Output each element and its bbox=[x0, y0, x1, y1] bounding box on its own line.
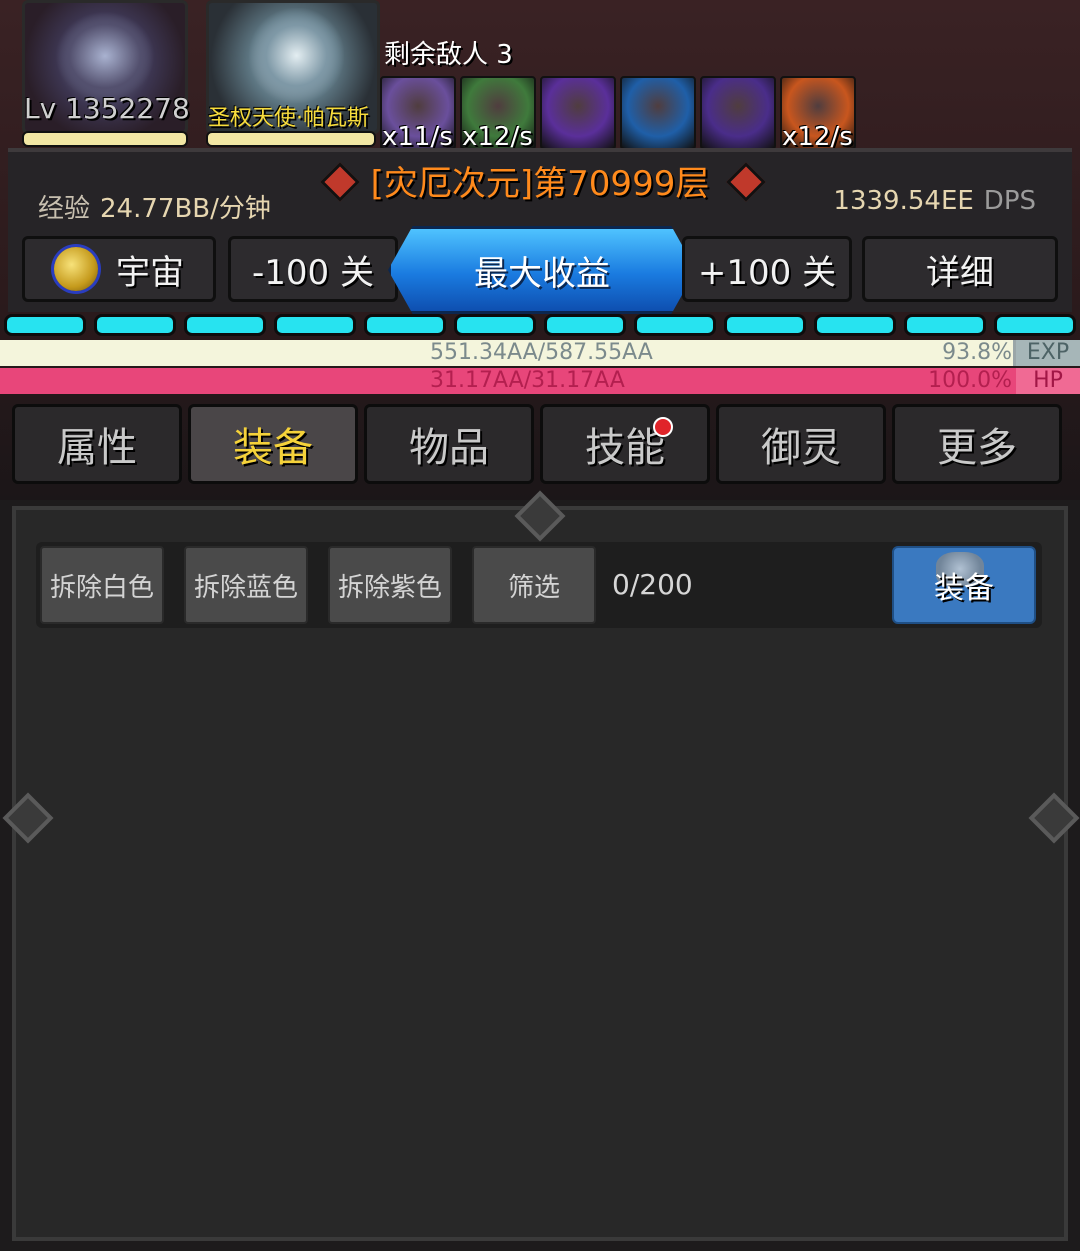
remove-blue-label: 拆除蓝色 bbox=[193, 572, 298, 603]
progress-segment bbox=[184, 314, 266, 336]
dps-value: 1339.54EE bbox=[833, 186, 974, 216]
remove-white-label: 拆除白色 bbox=[49, 572, 154, 603]
tab-label: 装备 bbox=[233, 425, 313, 471]
hp-bar-percent: 100.0% bbox=[928, 368, 1012, 393]
detail-button[interactable]: 详细 bbox=[862, 236, 1058, 302]
plus-label: +100 关 bbox=[697, 252, 837, 293]
exp-bar-text: 551.34AA/587.55AA bbox=[430, 340, 653, 365]
exp-rate-label: 经验 bbox=[38, 194, 91, 224]
progress-segment bbox=[364, 314, 446, 336]
tab-spirits[interactable]: 御灵 bbox=[716, 404, 886, 484]
progress-segment bbox=[544, 314, 626, 336]
progress-segment bbox=[94, 314, 176, 336]
exp-bar: 551.34AA/587.55AA 93.8% EXP bbox=[0, 340, 1080, 366]
equip-button[interactable]: 装备 bbox=[892, 546, 1036, 624]
tab-more[interactable]: 更多 bbox=[892, 404, 1062, 484]
filter-button[interactable]: 筛选 bbox=[472, 546, 596, 624]
plus-100-button[interactable]: +100 关 bbox=[682, 236, 852, 302]
equip-label: 装备 bbox=[934, 571, 994, 606]
skill-list: x11/s x12/s x12/s bbox=[380, 76, 856, 152]
skill-slot[interactable] bbox=[540, 76, 616, 150]
skill-slot[interactable]: x11/s bbox=[380, 76, 456, 152]
progress-segment bbox=[4, 314, 86, 336]
main-tabs: 属性 装备 物品 技能 御灵 更多 bbox=[12, 404, 1062, 484]
notification-badge bbox=[653, 417, 673, 437]
progress-segment bbox=[454, 314, 536, 336]
filter-label: 筛选 bbox=[507, 572, 560, 603]
skill-slot[interactable] bbox=[700, 76, 776, 150]
dps-readout: 1339.54EE DPS bbox=[833, 186, 1036, 216]
enemies-remaining: 剩余敌人 3 bbox=[384, 40, 513, 70]
remove-blue-button[interactable]: 拆除蓝色 bbox=[184, 546, 308, 624]
exp-bar-percent: 93.8% bbox=[942, 340, 1012, 365]
tab-label: 更多 bbox=[937, 425, 1017, 471]
detail-label: 详细 bbox=[926, 252, 994, 293]
player-level-bar bbox=[22, 131, 188, 147]
tab-label: 属性 bbox=[57, 425, 137, 471]
tab-items[interactable]: 物品 bbox=[364, 404, 534, 484]
progress-segment bbox=[634, 314, 716, 336]
hero-bar bbox=[206, 131, 376, 147]
exp-bar-tag: EXP bbox=[1016, 340, 1080, 366]
skill-slot[interactable] bbox=[620, 76, 696, 150]
tab-attributes[interactable]: 属性 bbox=[12, 404, 182, 484]
progress-segment bbox=[274, 314, 356, 336]
progress-segment bbox=[814, 314, 896, 336]
max-label: 最大收益 bbox=[474, 253, 610, 294]
inventory-count: 0/200 bbox=[612, 568, 693, 601]
remove-white-button[interactable]: 拆除白色 bbox=[40, 546, 164, 624]
creature-portrait bbox=[55, 11, 155, 101]
hp-bar-text: 31.17AA/31.17AA bbox=[430, 368, 625, 393]
minus-label: -100 关 bbox=[252, 252, 374, 293]
universe-label: 宇宙 bbox=[116, 252, 184, 293]
wave-progress bbox=[4, 314, 1076, 336]
progress-segment bbox=[724, 314, 806, 336]
player-level: Lv 1352278 bbox=[24, 92, 190, 125]
hp-bar-tag: HP bbox=[1016, 368, 1080, 394]
max-profit-button[interactable]: 最大收益 bbox=[388, 226, 696, 314]
exp-rate: 经验 24.77BB/分钟 bbox=[38, 188, 271, 225]
skill-slot[interactable]: x12/s bbox=[780, 76, 856, 152]
progress-segment bbox=[994, 314, 1076, 336]
tab-label: 物品 bbox=[409, 425, 489, 471]
planet-icon bbox=[54, 247, 98, 291]
remove-purple-button[interactable]: 拆除紫色 bbox=[328, 546, 452, 624]
hero-name: 圣权天使·帕瓦斯 bbox=[208, 106, 369, 131]
exp-rate-value: 24.77BB/分钟 bbox=[100, 194, 271, 224]
skill-slot[interactable]: x12/s bbox=[460, 76, 536, 152]
minus-100-button[interactable]: -100 关 bbox=[228, 236, 398, 302]
universe-button[interactable]: 宇宙 bbox=[22, 236, 216, 302]
tab-label: 御灵 bbox=[761, 425, 841, 471]
hero-portrait bbox=[249, 8, 344, 103]
progress-segment bbox=[904, 314, 986, 336]
tab-skills[interactable]: 技能 bbox=[540, 404, 710, 484]
tab-equipment[interactable]: 装备 bbox=[188, 404, 358, 484]
remove-purple-label: 拆除紫色 bbox=[337, 572, 442, 603]
dps-label: DPS bbox=[983, 186, 1036, 216]
hp-bar: 31.17AA/31.17AA 100.0% HP bbox=[0, 368, 1080, 394]
